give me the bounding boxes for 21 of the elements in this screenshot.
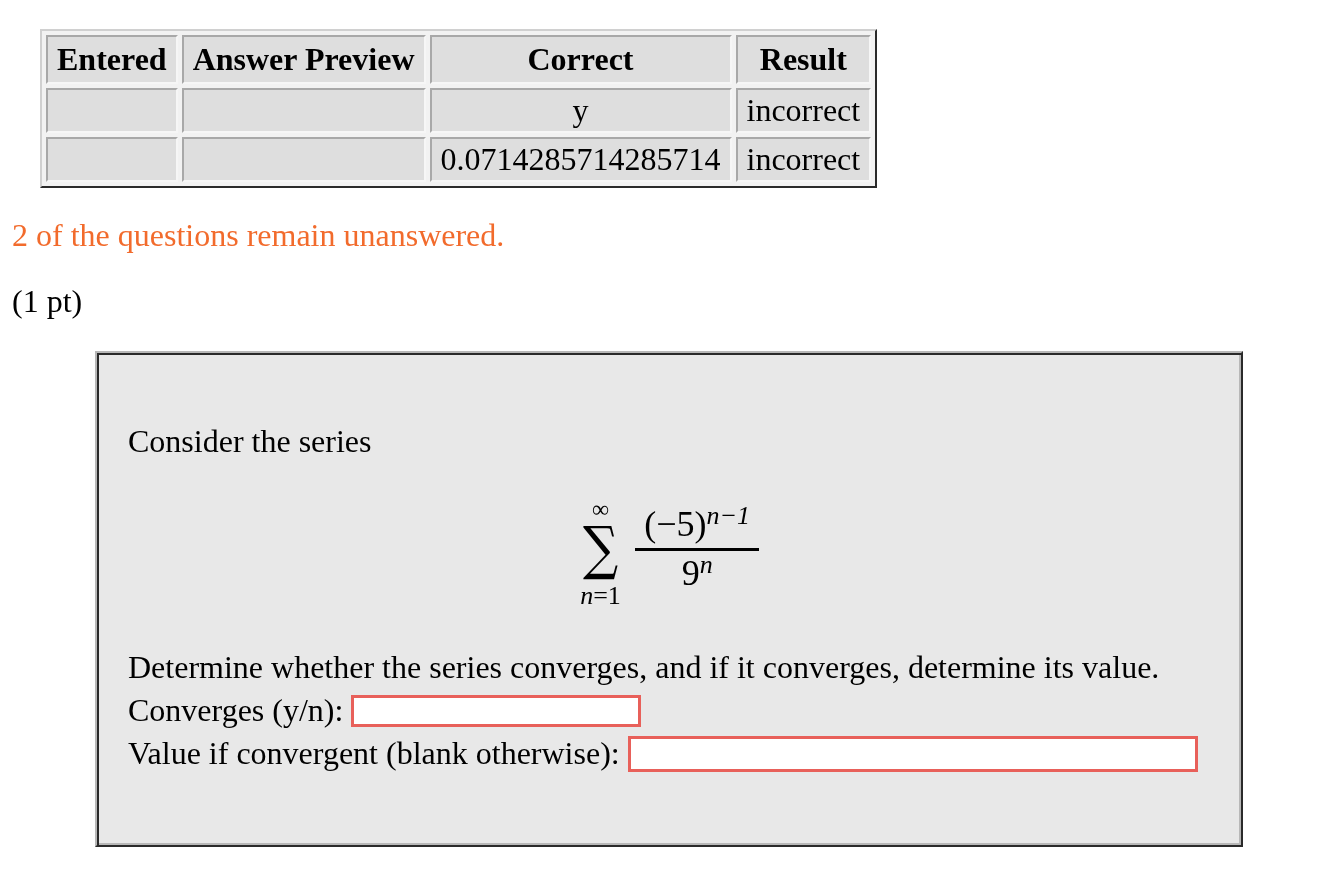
column-header: Entered: [46, 35, 178, 84]
table-cell: incorrect: [735, 137, 872, 182]
table-cell: y: [429, 88, 732, 133]
fraction-denominator: 9$^{n}$: [681, 552, 713, 593]
table-cell: 0.0714285714285714: [429, 137, 732, 182]
sum-symbol: ∑: [582, 518, 619, 578]
points-label: (1 pt): [12, 283, 83, 320]
column-header: Answer Preview: [181, 35, 426, 84]
answer-field[interactable]: [351, 694, 642, 727]
answer-field[interactable]: [627, 735, 1198, 772]
question-text: Determine whether the series converges, and if it converges, determine its value.: [128, 649, 1160, 686]
column-header: Correct: [429, 35, 732, 84]
intro-text: Consider the series: [128, 423, 372, 460]
field-label: Value if convergent (blank otherwise):: [128, 735, 620, 772]
field-label: Converges (y/n):: [128, 692, 344, 729]
column-header: Result: [735, 35, 872, 84]
unanswered-warning: 2 of the questions remain unanswered.: [12, 217, 505, 254]
sum-upper-limit: ∞: [591, 500, 610, 518]
sum-lower-limit: n=1: [580, 582, 621, 610]
table-cell: incorrect: [735, 88, 872, 133]
fraction-numerator: (−5)$^{n−1}$: [643, 503, 752, 544]
